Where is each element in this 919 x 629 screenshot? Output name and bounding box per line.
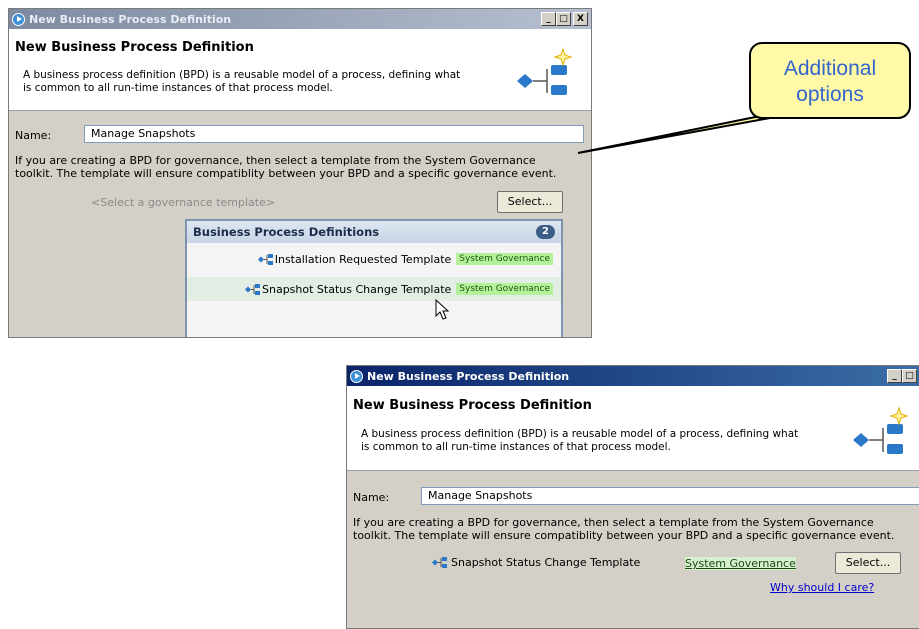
mouse-cursor-icon [435, 299, 450, 320]
list-item[interactable]: Installation Requested Template System G… [187, 247, 561, 271]
header-title: New Business Process Definition [15, 40, 254, 55]
minimize-button[interactable]: _ [887, 369, 902, 383]
callout-text-line2: options [796, 83, 864, 106]
bpd-template-icon [257, 253, 273, 265]
window-controls: _ □ X [541, 12, 588, 26]
governance-info-line2: toolkit. The template will ensure compat… [15, 167, 557, 180]
count-badge: 2 [536, 225, 555, 239]
item-label: Snapshot Status Change Template [262, 282, 452, 296]
template-placeholder: <Select a governance template> [91, 196, 276, 209]
minimize-button[interactable]: _ [541, 12, 556, 26]
header-description-line2: is common to all run-time instances of t… [23, 82, 333, 94]
header-description-line2: is common to all run-time instances of t… [361, 441, 671, 453]
close-button[interactable]: X [573, 12, 588, 26]
bpd-popup: Business Process Definitions 2 Installat… [185, 219, 563, 337]
bpd-template-icon [432, 557, 447, 568]
toolkit-tag: System Governance [456, 283, 553, 295]
name-label: Name: [15, 129, 52, 142]
popup-title: Business Process Definitions [193, 225, 380, 239]
dialog-bottom: New Business Process Definition _ □ X Ne… [346, 365, 919, 629]
governance-info-line1: If you are creating a BPD for governance… [15, 154, 536, 167]
select-button[interactable]: Select... [835, 552, 901, 574]
header-title: New Business Process Definition [353, 398, 592, 413]
dialog-header: New Business Process Definition A busine… [9, 29, 591, 111]
selected-template: Snapshot Status Change Template [431, 556, 640, 569]
select-button[interactable]: Select... [497, 191, 563, 213]
window-controls: _ □ X [887, 369, 919, 383]
toolkit-link[interactable]: System Governance [685, 557, 796, 570]
popup-header: Business Process Definitions 2 [187, 221, 561, 243]
titlebar[interactable]: New Business Process Definition _ □ X [9, 9, 591, 29]
titlebar[interactable]: New Business Process Definition _ □ X [347, 366, 919, 386]
bpd-diagram-icon [853, 406, 909, 454]
name-label: Name: [353, 491, 390, 504]
header-description-line1: A business process definition (BPD) is a… [23, 69, 461, 81]
dialog-top: New Business Process Definition _ □ X Ne… [8, 8, 592, 338]
maximize-button[interactable]: □ [556, 12, 571, 26]
list-item[interactable]: Snapshot Status Change Template System G… [187, 277, 561, 301]
governance-info-line2: toolkit. The template will ensure compat… [353, 529, 895, 542]
selected-template-label: Snapshot Status Change Template [451, 556, 641, 569]
play-icon [350, 369, 363, 383]
window-title: New Business Process Definition [367, 369, 570, 383]
why-care-link[interactable]: Why should I care? [770, 581, 874, 594]
play-icon [12, 12, 25, 26]
maximize-button[interactable]: □ [902, 369, 917, 383]
bpd-diagram-icon [517, 47, 573, 95]
name-input[interactable]: Manage Snapshots [84, 125, 584, 143]
dialog-header: New Business Process Definition A busine… [347, 386, 919, 471]
toolkit-tag: System Governance [456, 253, 553, 265]
window-title: New Business Process Definition [29, 12, 232, 26]
header-description-line1: A business process definition (BPD) is a… [361, 428, 799, 440]
governance-info-line1: If you are creating a BPD for governance… [353, 516, 874, 529]
bpd-template-icon [245, 283, 260, 295]
item-label: Installation Requested Template [274, 252, 452, 266]
name-input[interactable]: Manage Snapshots [421, 487, 919, 505]
callout-text-line1: Additional [783, 57, 877, 80]
